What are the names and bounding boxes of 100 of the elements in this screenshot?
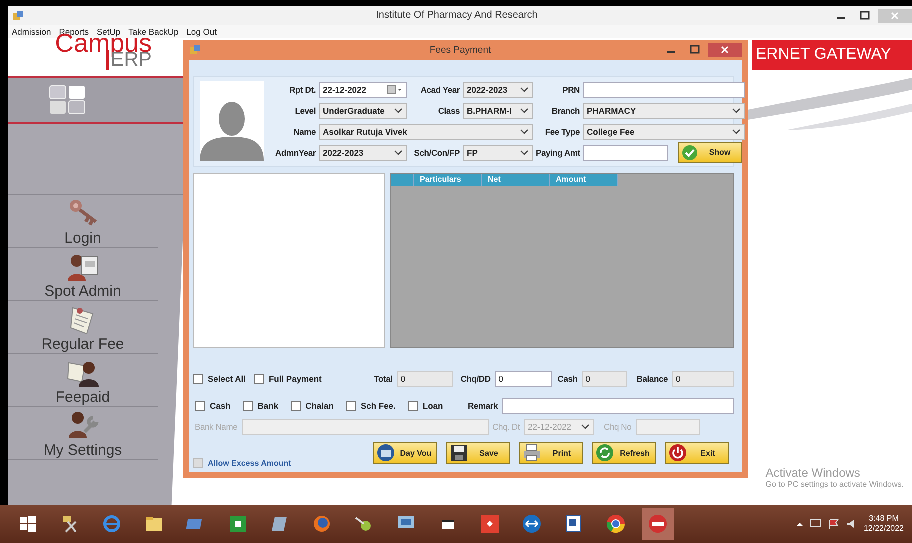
checkbox[interactable]	[408, 401, 418, 411]
network-icon[interactable]	[810, 519, 822, 529]
checkbox-label: Chalan	[306, 401, 334, 411]
checkbox-label: Full Payment	[268, 374, 322, 384]
window-title: Institute Of Pharmacy And Research	[375, 10, 539, 21]
field-label: Balance	[636, 374, 668, 384]
field-label: Acad Year	[420, 84, 460, 94]
caret-icon	[520, 150, 529, 156]
date-picker[interactable]: 22-12-2022	[319, 82, 407, 98]
dropdown[interactable]: FP	[463, 144, 533, 160]
menu-item[interactable]: Log Out	[186, 26, 217, 36]
dropdown[interactable]: 2022-2023	[319, 144, 407, 160]
sidebar-item[interactable]: Regular Fee	[8, 301, 158, 354]
field-label: Sch/Con/FP	[413, 148, 460, 158]
field-label: AdmnYear	[274, 148, 316, 158]
printer-icon	[523, 444, 541, 462]
start-button[interactable]	[18, 514, 38, 534]
checkbox-label: Loan	[422, 401, 444, 411]
action-button[interactable]: Day Vou	[373, 442, 437, 464]
field-label: Chq/DD	[460, 374, 491, 384]
checkbox[interactable]	[195, 401, 205, 411]
voucher-icon	[377, 444, 395, 462]
caret-icon	[520, 128, 529, 134]
dropdown[interactable]: Asolkar Rutuja Vivek	[319, 124, 533, 140]
field-label: Fee Type	[544, 126, 580, 136]
dropdown[interactable]: UnderGraduate	[319, 102, 407, 118]
input-field[interactable]: 0	[582, 371, 627, 387]
activation-title: Activate Windows	[766, 466, 862, 480]
field-label: Rpt Dt.	[288, 84, 316, 94]
globe-icon[interactable]	[312, 514, 332, 534]
dropdown[interactable]: College Fee	[583, 124, 745, 140]
document-icon[interactable]	[564, 514, 584, 534]
activation-text: Go to PC settings to activate Windows.	[766, 480, 904, 489]
field-label: PRN	[562, 84, 580, 94]
caret-icon	[520, 86, 529, 92]
power-icon	[669, 444, 687, 462]
refresh-icon	[596, 444, 614, 462]
field-label: Remark	[468, 401, 498, 411]
dialog-title: Fees Payment	[428, 44, 492, 56]
flag-icon[interactable]	[828, 519, 840, 529]
checkbox[interactable]	[346, 401, 356, 411]
banner: ERNET GATEWAY	[752, 40, 912, 70]
input-field[interactable]	[583, 144, 668, 160]
input-field[interactable]	[583, 82, 745, 98]
sidebar-label: Regular Fee	[42, 336, 124, 353]
checkmark-icon	[682, 144, 698, 160]
action-button[interactable]: Save	[446, 442, 510, 464]
sidebar-label: My Settings	[44, 442, 122, 459]
chevron-up-icon[interactable]	[796, 521, 804, 527]
action-button[interactable]: Exit	[665, 442, 729, 464]
field-label: Name	[292, 126, 316, 136]
checkbox[interactable]	[193, 374, 203, 384]
sidebar-label: Spot Admin	[44, 283, 122, 300]
dropdown[interactable]: B.PHARM-I	[463, 102, 533, 118]
menu-item[interactable]: Admission	[12, 26, 52, 36]
field-label: Bank Name	[195, 422, 238, 432]
field-label: Paying Amt	[536, 148, 580, 158]
checkbox-label: Allow Excess Amount	[208, 458, 292, 468]
browser-icon[interactable]	[102, 514, 122, 534]
field-label: Chq No	[604, 422, 632, 432]
sidebar-label: Login	[64, 230, 102, 247]
chrome-icon[interactable]	[606, 514, 626, 534]
caret-icon	[394, 150, 403, 156]
person-silhouette-icon	[200, 101, 264, 161]
sidebar-item[interactable]: Login	[8, 195, 158, 248]
input-field[interactable]	[502, 398, 734, 414]
checkbox-label: Sch Fee.	[360, 401, 396, 411]
caret-icon	[394, 108, 403, 114]
checkbox-label: Cash	[210, 401, 231, 411]
input-field[interactable]: 0	[396, 371, 453, 387]
caret-icon	[732, 128, 741, 134]
caret-icon	[732, 108, 741, 114]
action-button[interactable]: Refresh	[592, 442, 656, 464]
checkbox[interactable]	[254, 374, 264, 384]
checkbox[interactable]	[242, 401, 253, 411]
caret-icon	[520, 108, 529, 114]
input-field[interactable]: 0	[672, 371, 734, 387]
action-button[interactable]: Print	[519, 442, 583, 464]
row-header-cell	[391, 174, 414, 186]
sidebar-item[interactable]: Feepaid	[8, 354, 158, 407]
calendar-dropdown-icon	[387, 84, 403, 94]
dropdown[interactable]: 2022-2023	[463, 82, 533, 98]
sidebar-item[interactable]: My Settings	[8, 407, 158, 460]
app-icon	[189, 44, 201, 56]
close-button[interactable]	[708, 43, 742, 57]
input-field[interactable]: 0	[494, 371, 552, 387]
app-logo-icon[interactable]	[648, 514, 668, 534]
field-label: Branch	[550, 106, 580, 116]
sidebar-item[interactable]: Spot Admin	[8, 248, 158, 301]
folder-icon[interactable]	[144, 514, 164, 534]
caret-icon	[581, 424, 590, 430]
sidebar-label: Feepaid	[56, 389, 110, 406]
field-label: Cash	[558, 374, 578, 384]
show-button[interactable]: Show	[678, 142, 742, 163]
field-label: Total	[374, 374, 393, 384]
checkbox-label: Select All	[208, 374, 246, 384]
dropdown[interactable]: PHARMACY	[583, 102, 745, 118]
checkbox[interactable]	[290, 401, 301, 411]
store-icon[interactable]	[228, 514, 248, 534]
clock[interactable]: 3:48 PM 12/22/2022	[864, 514, 904, 534]
